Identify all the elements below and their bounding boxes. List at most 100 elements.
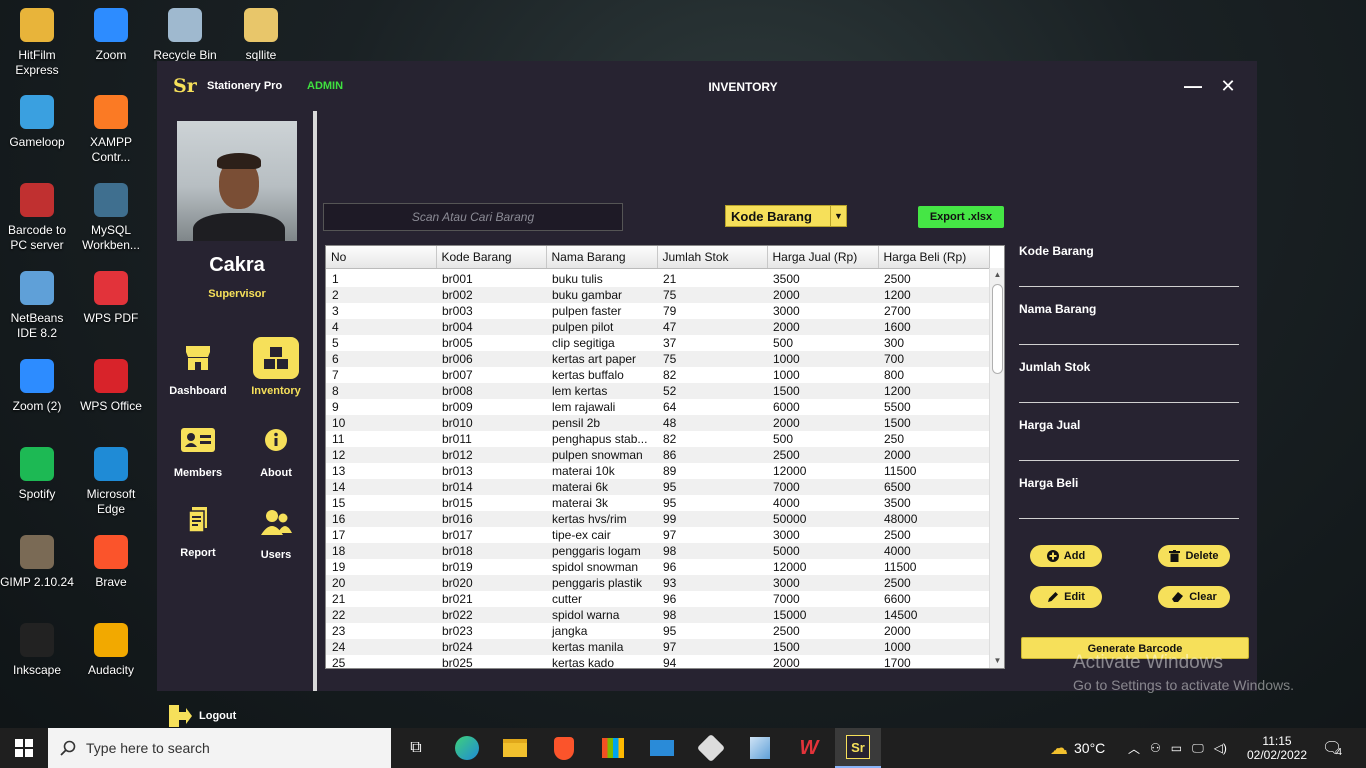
table-cell: 97 (663, 639, 677, 654)
taskbar-brave[interactable] (541, 728, 587, 768)
desktop-icon[interactable]: Gameloop (0, 95, 74, 150)
taskbar-search-input[interactable]: Type here to search (48, 728, 391, 768)
delete-button[interactable]: Delete (1158, 545, 1230, 567)
table-row[interactable]: 1 br001 buku tulis 21 3500 2500 (326, 268, 989, 287)
edit-button[interactable]: Edit (1030, 586, 1102, 608)
scroll-down-icon[interactable]: ▼ (990, 654, 1004, 668)
start-button[interactable] (0, 728, 48, 768)
field-input-harga-beli[interactable] (1019, 518, 1239, 519)
column-header[interactable]: Jumlah Stok (657, 246, 768, 269)
chevron-down-icon[interactable]: ▼ (830, 206, 846, 226)
desktop-icon[interactable]: Brave (74, 535, 148, 590)
column-header[interactable]: Kode Barang (436, 246, 547, 269)
search-input[interactable]: Scan Atau Cari Barang (323, 203, 623, 231)
table-row[interactable]: 16 br016 kertas hvs/rim 99 50000 48000 (326, 510, 989, 527)
table-row[interactable]: 17 br017 tipe-ex cair 97 3000 2500 (326, 527, 989, 543)
nav-inventory[interactable]: Inventory (241, 337, 311, 397)
table-row[interactable]: 18 br018 penggaris logam 98 5000 4000 (326, 542, 989, 559)
desktop-icon[interactable]: Zoom (2) (0, 359, 74, 414)
column-header[interactable]: Harga Beli (Rp) (878, 246, 990, 269)
nav-users[interactable]: Users (241, 501, 311, 561)
taskbar-file-explorer[interactable] (492, 728, 538, 768)
desktop-icon[interactable]: Recycle Bin (148, 8, 222, 63)
nav-about[interactable]: About (241, 419, 311, 479)
nav-report[interactable]: Report (163, 499, 233, 559)
desktop-icon[interactable]: Spotify (0, 447, 74, 502)
taskbar-wps[interactable]: W (786, 728, 832, 768)
column-header[interactable]: No (326, 246, 437, 269)
chevron-up-icon[interactable]: ︿ (1128, 740, 1140, 757)
desktop-icon[interactable]: sqllite (224, 8, 298, 63)
table-scrollbar[interactable]: ▲ ▼ (989, 268, 1004, 668)
desktop-icon[interactable]: HitFilm Express (0, 8, 74, 78)
table-cell: 50000 (773, 511, 807, 526)
task-view-button[interactable]: ⧉ (393, 728, 439, 768)
table-row[interactable]: 20 br020 penggaris plastik 93 3000 2500 (326, 574, 989, 591)
nav-dashboard[interactable]: Dashboard (163, 337, 233, 397)
table-row[interactable]: 4 br004 pulpen pilot 47 2000 1600 (326, 318, 989, 335)
export-xlsx-button[interactable]: Export .xlsx (918, 206, 1004, 228)
taskbar-stationery-pro[interactable]: Sr (835, 728, 881, 768)
taskbar-store[interactable] (590, 728, 636, 768)
table-row[interactable]: 8 br008 lem kertas 52 1500 1200 (326, 382, 989, 399)
field-input-jumlah-stok[interactable] (1019, 402, 1239, 403)
field-input-kode-barang[interactable] (1019, 286, 1239, 287)
desktop-icon[interactable]: WPS PDF (74, 271, 148, 326)
notification-center[interactable]: 🗨 4 (1322, 728, 1342, 768)
table-row[interactable]: 15 br015 materai 3k 95 4000 3500 (326, 495, 989, 511)
table-row[interactable]: 25 br025 kertas kado 94 2000 1700 (326, 655, 989, 669)
add-button[interactable]: Add (1030, 545, 1102, 567)
volume-icon[interactable]: ◁) (1214, 741, 1227, 755)
desktop-icon[interactable]: Inkscape (0, 623, 74, 678)
clear-button[interactable]: Clear (1158, 586, 1230, 608)
column-header[interactable]: Harga Jual (Rp) (767, 246, 879, 269)
table-row[interactable]: 7 br007 kertas buffalo 82 1000 800 (326, 367, 989, 383)
table-row[interactable]: 22 br022 spidol warna 98 15000 14500 (326, 606, 989, 623)
column-header[interactable]: Nama Barang (546, 246, 658, 269)
field-input-harga-jual[interactable] (1019, 460, 1239, 461)
table-row[interactable]: 23 br023 jangka 95 2500 2000 (326, 623, 989, 639)
table-row[interactable]: 6 br006 kertas art paper 75 1000 700 (326, 350, 989, 367)
close-button[interactable]: ✕ (1217, 75, 1239, 97)
table-row[interactable]: 14 br014 materai 6k 95 7000 6500 (326, 478, 989, 495)
field-input-nama-barang[interactable] (1019, 344, 1239, 345)
minimize-button[interactable]: — (1182, 75, 1204, 97)
taskbar-inkscape[interactable] (688, 728, 734, 768)
battery-icon[interactable]: ▭ (1171, 741, 1182, 755)
search-filter-select[interactable]: Kode Barang ▼ (725, 205, 847, 227)
table-row[interactable]: 9 br009 lem rajawali 64 6000 5500 (326, 399, 989, 415)
table-row[interactable]: 19 br019 spidol snowman 96 12000 11500 (326, 559, 989, 575)
table-row[interactable]: 5 br005 clip segitiga 37 500 300 (326, 335, 989, 351)
network-icon[interactable]: 🖵 (1192, 741, 1204, 756)
table-row[interactable]: 24 br024 kertas manila 97 1500 1000 (326, 638, 989, 655)
field-label-nama-barang: Nama Barang (1019, 302, 1097, 316)
taskbar-edge[interactable] (444, 728, 490, 768)
table-row[interactable]: 3 br003 pulpen faster 79 3000 2700 (326, 303, 989, 319)
desktop-icon[interactable]: XAMPP Contr... (74, 95, 148, 165)
desktop-icon[interactable]: Microsoft Edge (74, 447, 148, 517)
taskbar-mail[interactable] (639, 728, 685, 768)
taskbar-netbeans[interactable] (737, 728, 783, 768)
desktop-icon[interactable]: WPS Office (74, 359, 148, 414)
table-row[interactable]: 21 br021 cutter 96 7000 6600 (326, 591, 989, 607)
table-row[interactable]: 11 br011 penghapus stab... 82 500 250 (326, 431, 989, 447)
scroll-thumb[interactable] (992, 284, 1003, 374)
desktop-icon[interactable]: Barcode to PC server (0, 183, 74, 253)
table-row[interactable]: 13 br013 materai 10k 89 12000 11500 (326, 463, 989, 479)
table-cell: 52 (663, 383, 677, 398)
desktop-icon[interactable]: Zoom (74, 8, 148, 63)
desktop-icon[interactable]: Audacity (74, 623, 148, 678)
desktop-icon[interactable]: MySQL Workben... (74, 183, 148, 253)
nav-label: Users (260, 549, 292, 561)
nav-members[interactable]: Members (163, 419, 233, 479)
clock[interactable]: 11:15 02/02/2022 (1247, 728, 1307, 768)
people-icon[interactable]: ⚇ (1150, 741, 1161, 755)
table-row[interactable]: 10 br010 pensil 2b 48 2000 1500 (326, 414, 989, 431)
desktop-icon[interactable]: GIMP 2.10.24 (0, 535, 74, 590)
logout-button[interactable]: Logout (167, 703, 257, 729)
table-row[interactable]: 12 br012 pulpen snowman 86 2500 2000 (326, 446, 989, 463)
scroll-up-icon[interactable]: ▲ (990, 268, 1004, 282)
desktop-icon[interactable]: NetBeans IDE 8.2 (0, 271, 74, 341)
table-row[interactable]: 2 br002 buku gambar 75 2000 1200 (326, 286, 989, 303)
weather-widget[interactable]: ☁ 30°C (1050, 728, 1105, 768)
